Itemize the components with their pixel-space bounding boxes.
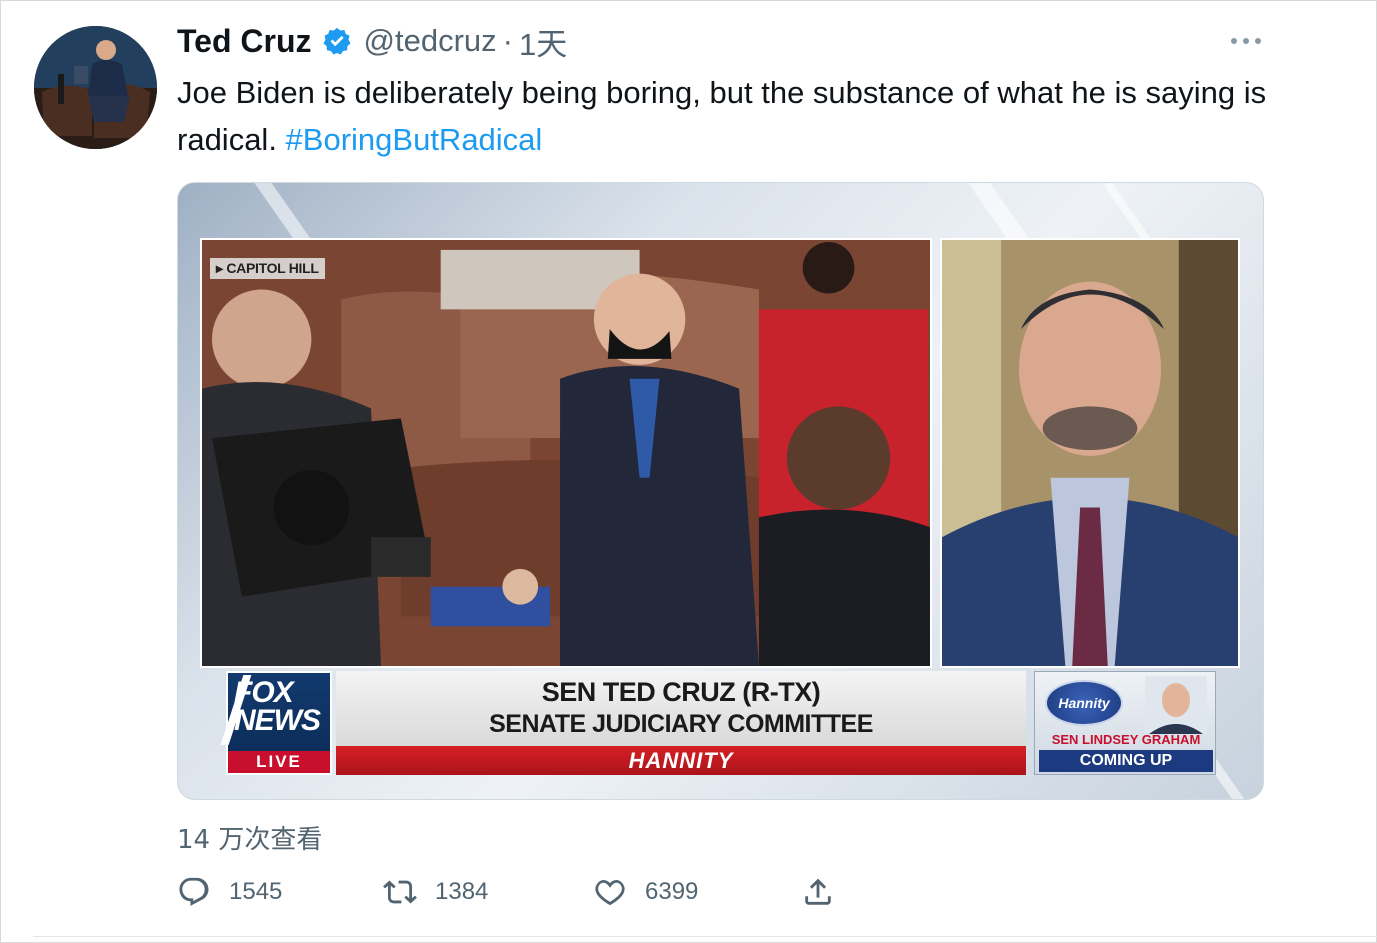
reply-button[interactable]: 1545 [177, 869, 282, 915]
share-icon [801, 875, 835, 909]
retweet-icon [383, 875, 417, 909]
reply-icon [177, 875, 211, 909]
video-media[interactable]: ▸ CAPITOL HILL FOX NEWS LIVE SEN TED CRU… [177, 182, 1264, 800]
retweet-button[interactable]: 1384 [383, 869, 488, 915]
author-name[interactable]: Ted Cruz [177, 23, 312, 60]
like-icon [593, 875, 627, 909]
tweet-card[interactable]: Ted Cruz @tedcruz · 1天 Joe Biden is deli… [0, 0, 1377, 943]
chyron-line-2: SENATE JUDICIARY COMMITTEE [489, 710, 873, 738]
author-handle[interactable]: @tedcruz [364, 23, 497, 59]
teaser-coming-up: COMING UP [1039, 750, 1213, 772]
retweet-count: 1384 [435, 878, 489, 905]
fox-word-news: NEWS [234, 704, 321, 737]
fox-news-logo: FOX NEWS LIVE [220, 671, 332, 775]
like-count: 6399 [645, 878, 699, 905]
share-button[interactable] [801, 869, 835, 915]
header-separator: · [502, 23, 513, 58]
tweet-timestamp[interactable]: 1天 [519, 19, 567, 64]
chyron-line-1: SEN TED CRUZ (R-TX) [541, 677, 821, 707]
coming-up-teaser: Hannity SEN LINDSEY GRAHAM COMING UP [1034, 671, 1216, 775]
location-tag: ▸ CAPITOL HILL [210, 258, 325, 279]
teaser-guest-name: SEN LINDSEY GRAHAM [1051, 732, 1201, 747]
chyron-banner: SEN TED CRUZ (R-TX) SENATE JUDICIARY COM… [336, 671, 1026, 746]
tweet-header: Ted Cruz @tedcruz · 1天 [177, 19, 567, 64]
hashtag-link[interactable]: #BoringButRadical [286, 122, 543, 157]
fox-word-fox: FOX [234, 676, 294, 709]
bottom-divider [33, 936, 1377, 937]
reply-count: 1545 [229, 878, 283, 905]
news-lower-third: FOX NEWS LIVE SEN TED CRUZ (R-TX) SENATE… [220, 671, 1216, 775]
more-options-icon[interactable] [1231, 33, 1261, 49]
tweet-actions: 1545 1384 6399 [177, 869, 877, 915]
like-button[interactable]: 6399 [593, 869, 698, 915]
avatar[interactable] [34, 26, 157, 149]
video-right-frame [940, 238, 1240, 668]
hannity-badge: Hannity [1045, 680, 1123, 726]
verified-badge-icon [322, 26, 352, 56]
view-count: 14 万次查看 [177, 825, 323, 855]
fox-live-label: LIVE [228, 751, 330, 773]
guest-photo [1145, 676, 1207, 734]
tweet-text: Joe Biden is deliberately being boring, … [177, 69, 1267, 163]
show-name-bar: HANNITY [336, 746, 1026, 775]
video-left-frame: ▸ CAPITOL HILL [200, 238, 932, 668]
